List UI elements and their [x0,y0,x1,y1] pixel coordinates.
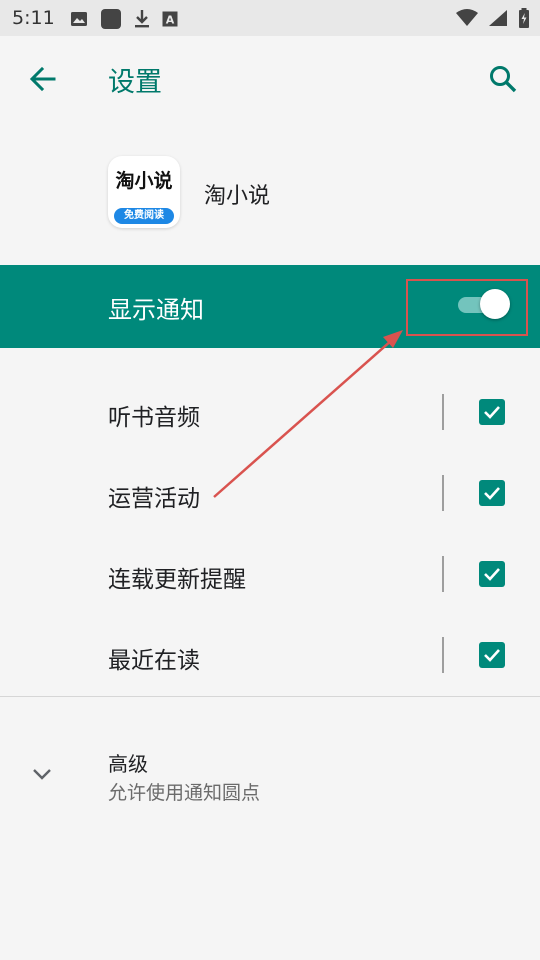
search-icon [490,66,517,93]
font-a-icon: A [162,11,178,27]
divider [442,394,444,430]
app-header: 淘小说 免费阅读 淘小说 [0,156,540,232]
channel-checkbox[interactable] [479,399,505,425]
advanced-summary: 允许使用通知圆点 [108,782,261,804]
signal-icon [489,10,507,26]
status-time: 5:11 [12,7,55,29]
app-square-icon [101,9,121,29]
battery-icon [519,8,529,28]
chevron-down-icon [33,769,51,780]
channel-label: 运营活动 [108,486,200,512]
page-title: 设置 [108,67,162,98]
advanced-section[interactable]: 高级 允许使用通知圆点 [0,730,540,820]
channel-row-recent-reading[interactable]: 最近在读 [0,615,540,695]
arrow-back-icon [29,66,56,92]
check-icon [484,649,500,662]
channel-checkbox[interactable] [479,561,505,587]
search-button[interactable] [486,62,520,96]
channel-row-serial-updates[interactable]: 连载更新提醒 [0,534,540,614]
system-icons [456,8,530,28]
channel-label: 最近在读 [108,648,200,674]
app-logo-badge: 免费阅读 [114,208,174,224]
app-bar: 设置 [0,36,540,122]
status-bar: 5:11 A [0,0,540,36]
section-divider [0,696,540,697]
app-logo-text: 淘小说 [115,170,173,192]
advanced-title: 高级 [108,752,148,776]
channel-label: 连载更新提醒 [108,567,246,593]
channel-row-audio[interactable]: 听书音频 [0,372,540,452]
channel-row-promotions[interactable]: 运营活动 [0,453,540,533]
app-logo: 淘小说 免费阅读 [108,156,180,228]
annotation-highlight-box [406,279,528,336]
svg-text:A: A [166,14,175,27]
expand-button[interactable] [30,762,54,786]
channel-checkbox[interactable] [479,642,505,668]
check-icon [484,568,500,581]
divider [442,556,444,592]
channel-label: 听书音频 [108,405,200,431]
download-icon [135,10,149,28]
check-icon [484,487,500,500]
channel-checkbox[interactable] [479,480,505,506]
wifi-icon [456,9,478,26]
show-notifications-label: 显示通知 [108,296,204,324]
notification-icons: A [70,8,178,30]
divider [442,475,444,511]
back-button[interactable] [26,62,60,96]
check-icon [484,406,500,419]
image-icon [71,12,87,26]
app-name: 淘小说 [204,184,271,209]
divider [442,637,444,673]
